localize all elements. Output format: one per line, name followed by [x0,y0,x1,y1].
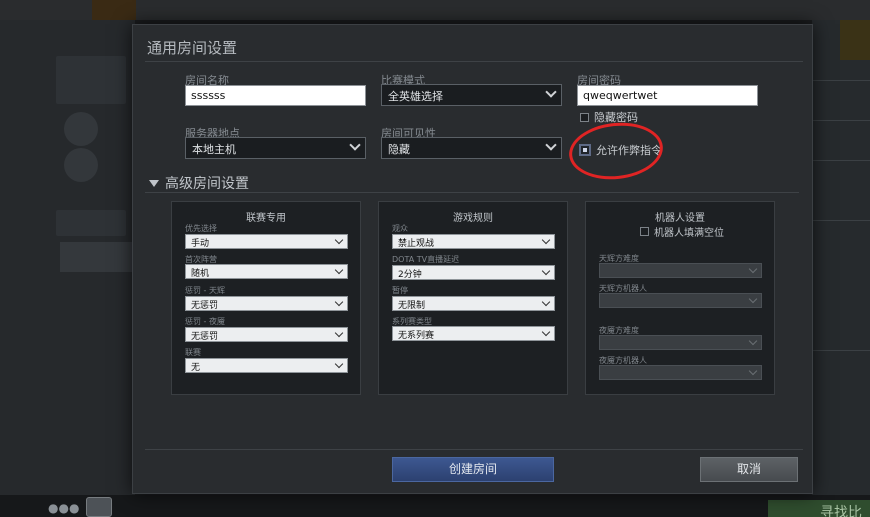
pause-select[interactable]: 无限制 [392,296,555,311]
dotatv-delay-value: 2分钟 [398,270,422,280]
league-select[interactable]: 无 [185,358,348,373]
spectators-label: 观众 [392,224,408,233]
penalty-dire-value: 无惩罚 [191,332,219,342]
title-divider [145,61,803,62]
bottom-bar: ●●● [0,495,870,517]
room-settings-dialog: 通用房间设置 房间名称 比赛模式 全英雄选择 房间密码 隐藏密码 服务器地点 本… [132,24,813,494]
penalty-radiant-select[interactable]: 无惩罚 [185,296,348,311]
spectators-value: 禁止观战 [398,239,435,249]
penalty-dire-label: 惩罚 - 夜魇 [185,317,225,326]
game-rules-panel: 游戏规则 观众 禁止观战 DOTA TV直播延迟 2分钟 暂停 无限制 系列赛类… [378,201,568,395]
create-room-button[interactable]: 创建房间 [392,457,554,482]
skull-icon[interactable] [86,497,112,517]
league-panel: 联赛专用 优先选择 手动 首次阵营 随机 惩罚 - 天辉 无惩罚 惩罚 - 夜魇… [171,201,361,395]
triangle-down-icon [149,179,159,187]
league-label: 联赛 [185,348,201,357]
game-mode-value: 全英雄选择 [388,90,443,103]
first-side-value: 随机 [191,269,210,279]
find-match-button[interactable]: 寻找比 [768,500,870,517]
fill-with-bots-label: 机器人填满空位 [654,228,724,239]
left-background-panel [0,20,135,517]
game-rules-panel-title: 游戏规则 [453,213,493,224]
chevron-down-icon [545,86,557,98]
bg-avatar [64,112,98,146]
bg-bar [60,242,132,272]
chevron-down-icon [541,235,551,245]
chevron-down-icon [748,336,758,346]
right-background-panel [812,20,870,517]
dotatv-delay-select[interactable]: 2分钟 [392,265,555,280]
checkbox-icon[interactable] [640,227,649,236]
fill-with-bots-checkbox[interactable]: 机器人填满空位 [640,224,724,239]
advanced-divider [145,192,799,193]
radiant-difficulty-select[interactable] [599,263,762,278]
chevron-down-icon [334,359,344,369]
hero-thumbnail [92,0,136,20]
bg-avatar [64,148,98,182]
chevron-down-icon [334,235,344,245]
dotatv-delay-label: DOTA TV直播延迟 [392,255,460,264]
series-type-value: 无系列赛 [398,331,435,341]
bg-item [56,76,126,104]
bg-divider [812,350,870,351]
league-panel-title: 联赛专用 [246,213,286,224]
red-annotation-circle [566,118,666,184]
server-value: 本地主机 [192,143,236,156]
game-mode-select[interactable]: 全英雄选择 [381,84,562,106]
checkbox-icon[interactable] [580,112,589,122]
bg-divider [812,120,870,121]
penalty-dire-select[interactable]: 无惩罚 [185,327,348,342]
chevron-down-icon [334,265,344,275]
penalty-radiant-label: 惩罚 - 天辉 [185,286,225,295]
room-name-input[interactable] [185,85,366,106]
league-value: 无 [191,363,201,373]
bg-divider [812,220,870,221]
pick-priority-select[interactable]: 手动 [185,234,348,249]
party-icon[interactable]: ●●● [48,501,79,515]
bot-settings-panel: 机器人设置 机器人填满空位 天辉方难度 天辉方机器人 夜魇方难度 夜魇方机器人 [585,201,775,395]
chevron-down-icon [334,328,344,338]
bg-divider [812,160,870,161]
footer-divider [145,449,803,450]
pick-priority-value: 手动 [191,239,210,249]
bg-divider [812,80,870,81]
dialog-title: 通用房间设置 [147,39,238,57]
chevron-down-icon [748,366,758,376]
penalty-radiant-value: 无惩罚 [191,301,219,311]
pause-label: 暂停 [392,286,408,295]
server-select[interactable]: 本地主机 [185,137,366,159]
advanced-settings-toggle[interactable]: 高级房间设置 [149,173,249,193]
bot-settings-panel-title: 机器人设置 [655,213,705,224]
chevron-down-icon [748,264,758,274]
chevron-down-icon [748,294,758,304]
pause-value: 无限制 [398,301,426,311]
chevron-down-icon [349,139,361,151]
dire-bots-select[interactable] [599,365,762,380]
bg-thumbnail [840,20,870,60]
series-type-select[interactable]: 无系列赛 [392,326,555,341]
password-input[interactable] [577,85,758,106]
spectators-select[interactable]: 禁止观战 [392,234,555,249]
chevron-down-icon [541,297,551,307]
chevron-down-icon [541,266,551,276]
bg-item [56,210,126,236]
advanced-settings-title: 高级房间设置 [165,176,249,192]
top-nav-bar [0,0,870,20]
chevron-down-icon [541,327,551,337]
visibility-select[interactable]: 隐藏 [381,137,562,159]
visibility-value: 隐藏 [388,143,410,156]
chevron-down-icon [545,139,557,151]
radiant-bots-select[interactable] [599,293,762,308]
dire-difficulty-select[interactable] [599,335,762,350]
pick-priority-label: 优先选择 [185,224,217,233]
chevron-down-icon [334,297,344,307]
first-side-select[interactable]: 随机 [185,264,348,279]
cancel-button[interactable]: 取消 [700,457,798,482]
